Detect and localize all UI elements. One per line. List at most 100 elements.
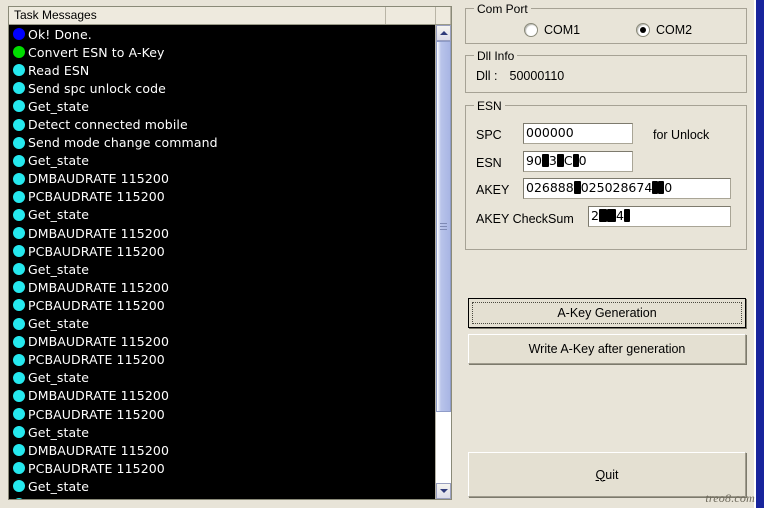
write-a-key-button[interactable]: Write A-Key after generation [468, 334, 746, 364]
scrollbar-track[interactable] [436, 41, 451, 483]
status-dot-icon [13, 281, 25, 294]
radio-com2-indicator[interactable] [636, 23, 650, 37]
quit-accel-char: Q [595, 467, 606, 482]
scroll-down-icon[interactable] [436, 483, 451, 499]
task-message-text: PCBAUDRATE 115200 [28, 243, 165, 259]
esn-label: ESN [476, 156, 502, 170]
task-message-text: PCBAUDRATE 115200 [28, 460, 165, 476]
radio-com2-label: COM2 [656, 23, 693, 37]
field-text-segment: 0 [664, 180, 673, 195]
task-message-text: PCBAUDRATE 115200 [28, 406, 165, 422]
radio-com1[interactable]: COM1 [524, 23, 580, 37]
task-message-text: Get_state [28, 98, 90, 114]
task-message-row[interactable]: PCBAUDRATE 115200 [9, 459, 435, 477]
status-dot-icon [13, 154, 25, 167]
task-message-row[interactable]: Convert ESN to A-Key [9, 43, 435, 61]
redacted-block [556, 154, 564, 167]
chevron-up-icon [439, 31, 448, 35]
scroll-up-icon[interactable] [436, 25, 451, 41]
task-message-text: Get_state [28, 316, 90, 332]
application-window: Task Messages Ok! Done. Convert ESN to A-… [0, 0, 764, 508]
task-message-row[interactable]: Detect connected mobile [9, 115, 435, 133]
status-dot-icon [13, 190, 25, 203]
task-message-row[interactable]: Get_state [9, 423, 435, 441]
quit-button[interactable]: Quit [468, 452, 746, 497]
task-list-scrollbar[interactable] [435, 25, 451, 499]
task-message-row[interactable]: Read ESN [9, 61, 435, 79]
status-dot-icon [13, 317, 25, 330]
task-message-text: Get_state [28, 153, 90, 169]
status-dot-icon [13, 389, 25, 402]
status-dot-icon [13, 498, 25, 499]
focus-outline [472, 302, 742, 324]
column-header-secondary[interactable] [386, 7, 436, 24]
task-message-row[interactable]: PCBAUDRATE 115200 [9, 242, 435, 260]
task-message-row[interactable]: Send mode change command [9, 134, 435, 152]
radio-com2[interactable]: COM2 [636, 23, 692, 37]
redacted-block [598, 209, 607, 222]
task-message-text: DMBAUDRATE 115200 [28, 225, 169, 241]
task-message-row[interactable]: DMBAUDRATE 115200 [9, 170, 435, 188]
task-message-text: Send spc unlock code [28, 80, 166, 96]
task-message-text: Get_state [28, 207, 90, 223]
task-message-row[interactable]: DMBAUDRATE 115200 [9, 224, 435, 242]
esn-group-title: ESN [474, 99, 505, 113]
spc-hint-label: for Unlock [653, 128, 710, 142]
watermark: treo8.com [705, 491, 755, 505]
quit-rest-chars: uit [605, 467, 619, 482]
task-messages-panel: Task Messages Ok! Done. Convert ESN to A-… [8, 6, 452, 500]
column-header-task-messages[interactable]: Task Messages [9, 7, 386, 24]
task-message-row[interactable]: Get_state [9, 260, 435, 278]
com-port-group-title: Com Port [474, 2, 531, 16]
task-message-text: DMBAUDRATE 115200 [28, 171, 169, 187]
a-key-generation-button[interactable]: A-Key Generation [468, 298, 746, 328]
esn-group: ESN SPC 000000 for Unlock ESN 90 3 C 0 AKEY… [465, 99, 747, 250]
akey-checksum-input[interactable]: 24 [588, 206, 731, 227]
status-dot-icon [13, 118, 25, 131]
task-message-row[interactable]: Send spc unlock code [9, 79, 435, 97]
task-message-row[interactable]: PCBAUDRATE 115200 [9, 351, 435, 369]
dll-info-group: Dll Info Dll : 50000110 [465, 49, 747, 93]
task-message-row[interactable]: Get_state [9, 477, 435, 495]
task-message-text: DMBAUDRATE 115200 [28, 334, 169, 350]
task-message-text: Ok! Done. [28, 26, 92, 42]
task-message-row[interactable]: DMBAUDRATE 115200 [9, 333, 435, 351]
com-port-group: Com Port COM1 COM2 [465, 2, 747, 44]
status-dot-icon [13, 408, 25, 421]
task-message-row[interactable]: PCBAUDRATE 115200 [9, 405, 435, 423]
task-message-text: Detect connected mobile [28, 117, 188, 133]
status-dot-icon [13, 82, 25, 95]
task-message-text: PCBAUDRATE 115200 [28, 297, 165, 313]
task-message-text: PCBAUDRATE 115200 [28, 189, 165, 205]
task-message-row[interactable]: PCBAUDRATE 115200 [9, 296, 435, 314]
akey-input[interactable]: 026888 025028674 0 [523, 178, 731, 199]
chevron-down-icon [439, 489, 448, 493]
dll-label: Dll : [476, 69, 498, 83]
status-dot-icon [13, 462, 25, 475]
field-text-segment: 025028674 [580, 180, 653, 195]
task-message-row[interactable]: Get_state [9, 97, 435, 115]
esn-input[interactable]: 90 3 C 0 [523, 151, 633, 172]
task-message-text: DMBAUDRATE 115200 [28, 279, 169, 295]
task-message-row[interactable]: DMBAUDRATE 115200 [9, 441, 435, 459]
dll-info-group-title: Dll Info [474, 49, 518, 63]
task-message-list[interactable]: Ok! Done. Convert ESN to A-Key Read ESN Sen… [9, 25, 435, 499]
task-message-text: Read ESN [28, 62, 90, 78]
task-message-row[interactable]: Ok! Done. [9, 25, 435, 43]
scrollbar-thumb[interactable] [436, 41, 451, 413]
status-dot-icon [13, 208, 25, 221]
task-message-row[interactable]: PCBAUDRATE 115200 [9, 188, 435, 206]
task-message-row[interactable]: Get_state [9, 152, 435, 170]
task-message-row[interactable]: DMBAUDRATE 115200 [9, 387, 435, 405]
spc-input[interactable]: 000000 [523, 123, 633, 144]
task-message-row[interactable]: DMBAUDRATE 115200 [9, 278, 435, 296]
task-message-row[interactable]: DMBAUDRATE 115200 [9, 495, 435, 499]
task-message-row[interactable]: Get_state [9, 315, 435, 333]
task-message-text: Get_state [28, 261, 90, 277]
radio-com1-indicator[interactable] [524, 23, 538, 37]
task-message-text: Get_state [28, 424, 90, 440]
write-a-key-label: Write A-Key after generation [528, 342, 686, 356]
task-message-row[interactable]: Get_state [9, 206, 435, 224]
task-message-row[interactable]: Get_state [9, 369, 435, 387]
task-message-text: Get_state [28, 370, 90, 386]
